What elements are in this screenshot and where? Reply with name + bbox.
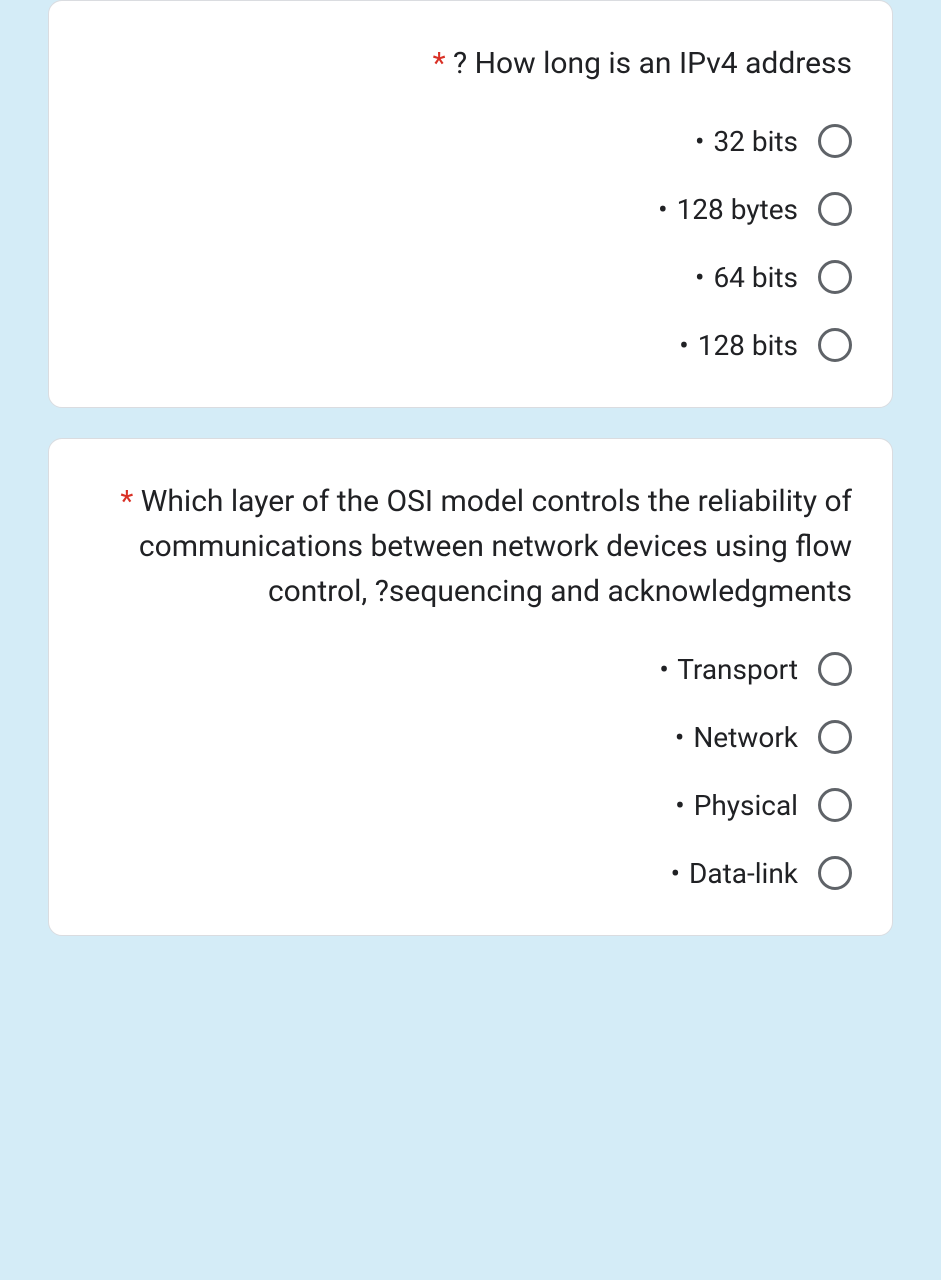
options-group: • Transport • Network • Physical • Data-… bbox=[89, 652, 852, 890]
required-marker: * bbox=[433, 46, 446, 81]
question-text: ? How long is an IPv4 address bbox=[453, 46, 852, 81]
option-label: • Data-link bbox=[671, 857, 798, 890]
options-group: • 32 bits • 128 bytes • 64 bits • 128 bi… bbox=[89, 124, 852, 362]
radio-button[interactable] bbox=[818, 192, 852, 226]
question-card-1: * ? How long is an IPv4 address • 32 bit… bbox=[48, 0, 893, 408]
option-row[interactable]: • Transport bbox=[659, 652, 852, 686]
radio-button[interactable] bbox=[818, 720, 852, 754]
option-row[interactable]: • 32 bits bbox=[695, 124, 852, 158]
option-row[interactable]: • 128 bits bbox=[679, 328, 852, 362]
radio-button[interactable] bbox=[818, 788, 852, 822]
radio-button[interactable] bbox=[818, 124, 852, 158]
question-title: * ? How long is an IPv4 address bbox=[89, 41, 852, 86]
option-label: • 128 bytes bbox=[658, 193, 798, 226]
question-text: Which layer of the OSI model controls th… bbox=[139, 484, 852, 609]
question-title: * Which layer of the OSI model controls … bbox=[89, 479, 852, 614]
option-label: • Transport bbox=[659, 653, 798, 686]
required-marker: * bbox=[120, 484, 133, 519]
option-label: • 32 bits bbox=[695, 125, 798, 158]
option-row[interactable]: • Physical bbox=[675, 788, 852, 822]
radio-button[interactable] bbox=[818, 856, 852, 890]
option-row[interactable]: • 128 bytes bbox=[658, 192, 852, 226]
option-row[interactable]: • Data-link bbox=[671, 856, 852, 890]
option-label: • 128 bits bbox=[679, 329, 798, 362]
question-card-2: * Which layer of the OSI model controls … bbox=[48, 438, 893, 936]
option-label: • Physical bbox=[675, 789, 798, 822]
radio-button[interactable] bbox=[818, 652, 852, 686]
option-label: • 64 bits bbox=[695, 261, 798, 294]
option-label: • Network bbox=[675, 721, 798, 754]
radio-button[interactable] bbox=[818, 328, 852, 362]
option-row[interactable]: • 64 bits bbox=[695, 260, 852, 294]
radio-button[interactable] bbox=[818, 260, 852, 294]
option-row[interactable]: • Network bbox=[675, 720, 852, 754]
